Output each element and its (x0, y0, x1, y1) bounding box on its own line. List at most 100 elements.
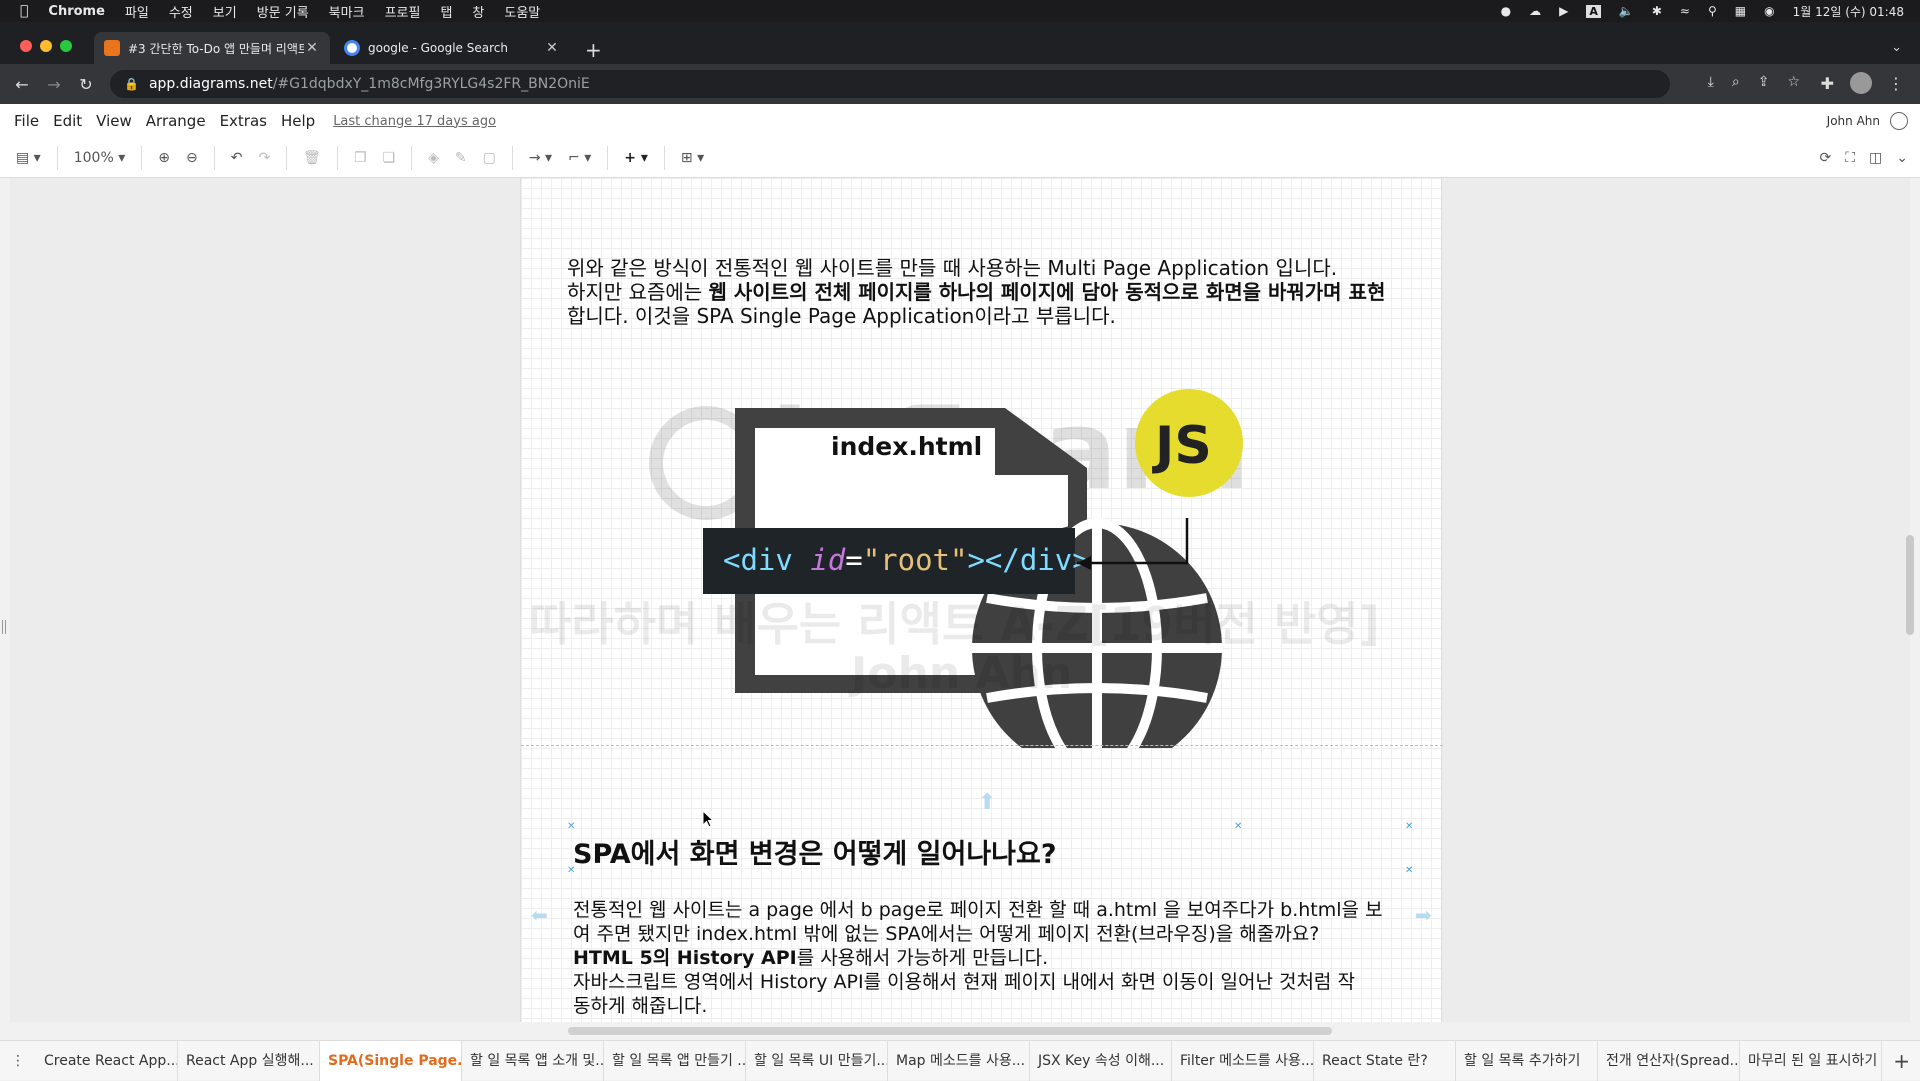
line-color-icon[interactable]: ✎ (455, 150, 467, 166)
fill-color-icon[interactable]: ◈ (428, 150, 439, 166)
page-tab-active[interactable]: SPA(Single Page... (320, 1040, 462, 1081)
zoom-in-icon[interactable]: ⊕ (158, 150, 170, 166)
delete-icon[interactable]: 🗑 (303, 150, 321, 166)
add-page-icon[interactable]: + (1893, 1049, 1910, 1073)
menu-edit[interactable]: 수정 (169, 2, 193, 21)
spa-illustration[interactable]: inflearn index.html <div id="root"></div… (521, 178, 1443, 748)
minimize-window-button[interactable] (40, 40, 52, 52)
diagram-page[interactable]: 위와 같은 방식이 전통적인 웹 사이트를 만들 때 사용하는 Multi Pa… (520, 178, 1443, 1022)
drawio-canvas[interactable]: 위와 같은 방식이 전통적인 웹 사이트를 만들 때 사용하는 Multi Pa… (10, 178, 1910, 1022)
page-tab[interactable]: JSX Key 속성 이해... (1030, 1040, 1172, 1081)
page-tab[interactable]: 할 일 목록 앱 소개 및... (462, 1040, 604, 1081)
page-tab[interactable]: React App 실행해... (178, 1040, 320, 1081)
zoom-icon[interactable]: ⌕ (1732, 74, 1740, 90)
menu-help[interactable]: 도움말 (504, 2, 540, 21)
page-tab[interactable]: 마무리 된 일 표시하기 (1740, 1040, 1882, 1081)
to-back-icon[interactable]: ❏ (383, 150, 396, 166)
page-tab[interactable]: Filter 메소드를 사용... (1172, 1040, 1314, 1081)
page-tab[interactable]: 할 일 목록 UI 만들기... (746, 1040, 888, 1081)
reload-icon[interactable]: ↻ (70, 75, 102, 94)
drawio-menu-extras[interactable]: Extras (220, 112, 267, 130)
address-bar[interactable]: 🔒 app.diagrams.net/#G1dqbdxY_1m8cMfg3RYL… (110, 70, 1670, 98)
menu-tab[interactable]: 탭 (440, 2, 452, 21)
apple-icon[interactable]:  (20, 3, 28, 19)
pages-menu-icon[interactable]: ⋮ (0, 1053, 36, 1069)
spotlight-search-icon[interactable]: ⚲ (1708, 4, 1717, 18)
selection-handle[interactable]: ✕ (1405, 821, 1413, 832)
selection-handle[interactable]: ✕ (567, 821, 575, 832)
new-tab-icon[interactable]: + (585, 38, 602, 62)
page-tab[interactable]: 전개 연산자(Spread... (1598, 1040, 1740, 1081)
wifi-icon[interactable]: ≈ (1680, 4, 1690, 18)
record-icon[interactable]: ● (1501, 4, 1511, 18)
page-tab[interactable]: Map 메소드를 사용... (888, 1040, 1030, 1081)
waypoints-icon[interactable]: ⌐ ▾ (568, 150, 591, 166)
tab-search-chevron-icon[interactable]: ⌄ (1891, 40, 1902, 55)
install-app-icon[interactable]: ⤓ (1708, 74, 1714, 90)
zoom-select[interactable]: 100% ▾ (74, 150, 126, 166)
input-source-icon[interactable]: A (1586, 4, 1601, 18)
table-icon[interactable]: ⊞ ▾ (681, 150, 704, 166)
left-resize-handle[interactable] (2, 620, 6, 634)
last-change-link[interactable]: Last change 17 days ago (333, 114, 496, 129)
maximize-window-button[interactable] (60, 40, 72, 52)
menu-profiles[interactable]: 프로필 (385, 2, 421, 21)
close-window-button[interactable] (20, 40, 32, 52)
redo-icon[interactable]: ↷ (258, 150, 270, 166)
close-tab-icon[interactable]: ✕ (544, 40, 560, 56)
user-name[interactable]: John Ahn (1827, 114, 1880, 128)
menu-window[interactable]: 창 (472, 2, 484, 21)
forward-arrow-icon[interactable]: → (38, 75, 70, 94)
sync-icon[interactable]: ⟳ (1819, 150, 1831, 166)
page-tab[interactable]: 할 일 목록 앱 만들기 ... (604, 1040, 746, 1081)
browser-tab-active[interactable]: #3 간단한 To-Do 앱 만들며 리액트 ✕ (94, 32, 330, 64)
undo-icon[interactable]: ↶ (231, 150, 243, 166)
extensions-puzzle-icon[interactable]: ✚ (1821, 74, 1834, 93)
control-center-icon[interactable]: ▦ (1735, 4, 1746, 18)
language-globe-icon[interactable] (1890, 112, 1908, 130)
back-arrow-icon[interactable]: ← (6, 75, 38, 94)
move-up-arrow-icon[interactable]: ⬆ (978, 790, 996, 815)
insert-plus-icon[interactable]: + ▾ (624, 150, 648, 166)
menu-bookmarks[interactable]: 북마크 (329, 2, 365, 21)
format-panel-toggle-icon[interactable]: ▤ ▾ (16, 150, 41, 166)
shadow-icon[interactable]: ▢ (483, 150, 496, 166)
page-tab[interactable]: React State 란? (1314, 1040, 1456, 1081)
menu-app-name[interactable]: Chrome (48, 4, 105, 19)
page-tab[interactable]: Create React App... (36, 1040, 178, 1081)
menu-history[interactable]: 방문 기록 (257, 2, 309, 21)
zoom-out-icon[interactable]: ⊖ (186, 150, 198, 166)
share-icon[interactable]: ⇪ (1758, 74, 1770, 90)
siri-icon[interactable]: ◉ (1764, 4, 1774, 18)
play-icon[interactable]: ▶ (1559, 4, 1568, 18)
fullscreen-icon[interactable]: ⛶ (1845, 150, 1855, 166)
bookmark-star-icon[interactable]: ☆ (1787, 74, 1800, 90)
drawio-menu-edit[interactable]: Edit (53, 112, 82, 130)
collapse-chevron-icon[interactable]: ⌄ (1896, 150, 1908, 166)
menu-file[interactable]: 파일 (125, 2, 149, 21)
drawio-menu-help[interactable]: Help (281, 112, 315, 130)
selection-handle[interactable]: ✕ (1234, 821, 1242, 832)
section-heading[interactable]: SPA에서 화면 변경은 어떻게 일어나나요? (573, 832, 1057, 871)
profile-avatar[interactable] (1850, 72, 1872, 94)
connection-style-icon[interactable]: → ▾ (529, 150, 552, 166)
explanation-paragraph[interactable]: 전통적인 웹 사이트는 a page 에서 b page로 페이지 전환 할 때… (573, 898, 1423, 1018)
horizontal-scrollbar[interactable] (568, 1027, 1332, 1035)
volume-icon[interactable]: 🔈 (1619, 4, 1634, 18)
browser-tab[interactable]: google - Google Search ✕ (334, 32, 570, 64)
selection-handle[interactable]: ✕ (1405, 865, 1413, 876)
bluetooth-icon[interactable]: ✱ (1652, 4, 1662, 18)
split-panel-icon[interactable]: ◫ (1869, 150, 1882, 166)
more-menu-icon[interactable]: ⋮ (1888, 74, 1904, 93)
drawio-menu-file[interactable]: File (14, 112, 39, 130)
close-tab-icon[interactable]: ✕ (304, 40, 320, 56)
menu-clock[interactable]: 1월 12일 (수) 01:48 (1793, 3, 1904, 20)
vertical-scrollbar[interactable] (1906, 535, 1914, 635)
drawio-menu-arrange[interactable]: Arrange (146, 112, 206, 130)
move-left-arrow-icon[interactable]: ⬅ (531, 903, 548, 927)
cloud-icon[interactable]: ☁ (1529, 4, 1541, 18)
page-tab[interactable]: 할 일 목록 추가하기 (1456, 1040, 1598, 1081)
menu-view[interactable]: 보기 (213, 2, 237, 21)
drawio-menu-view[interactable]: View (96, 112, 132, 130)
to-front-icon[interactable]: ❐ (354, 150, 367, 166)
